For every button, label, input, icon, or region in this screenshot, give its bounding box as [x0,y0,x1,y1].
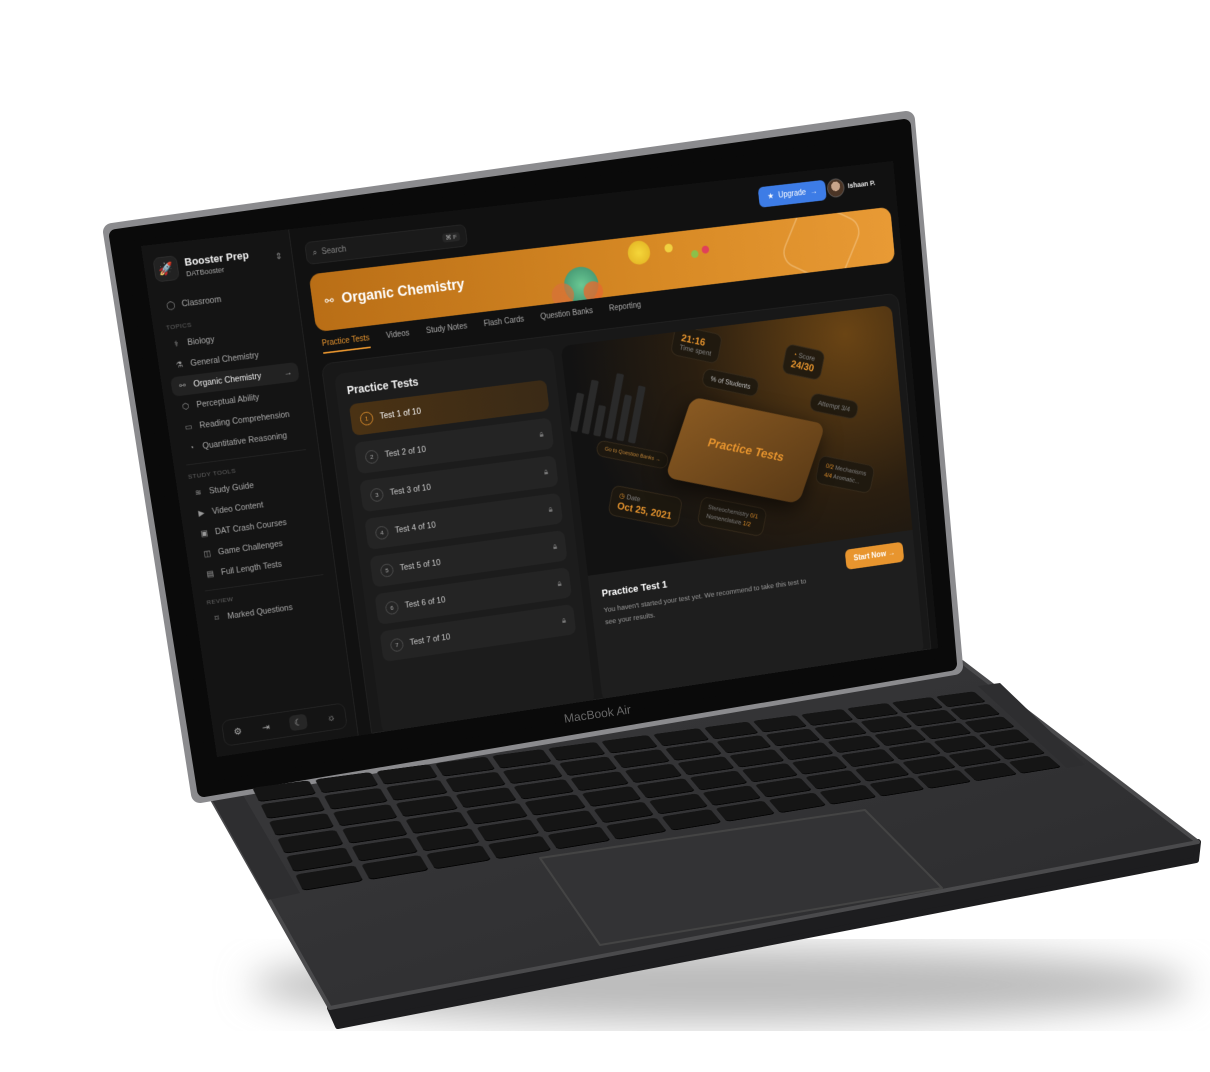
search-shortcut: ⌘ F [442,232,461,243]
lock-icon: 🔒︎ [553,542,558,551]
test-label: Test 7 of 10 [409,632,450,647]
test-number: 2 [364,449,379,464]
sidebar-item-label: Classroom [181,295,222,309]
test-number: 7 [390,637,404,652]
decor-bubble [701,245,709,254]
students-label: % of Students [710,375,751,391]
tab-question-banks[interactable]: Question Banks [540,307,594,327]
molecule-icon: ⚯ [324,294,335,309]
test-number: 5 [380,563,394,578]
date-value: Oct 25, 2021 [616,500,672,522]
test-number: 1 [359,411,374,426]
banner-title: Organic Chemistry [341,276,466,307]
lock-icon: 🔒︎ [561,616,566,625]
sidebar-item-label: Biology [187,335,215,348]
classroom-icon: ◯ [165,300,176,310]
lock-icon: 🔒︎ [557,579,562,588]
tab-practice-tests[interactable]: Practice Tests [321,334,370,354]
avatar[interactable] [826,178,845,199]
decor-bubble [691,250,699,259]
test-label: Test 5 of 10 [399,558,441,573]
test-tube-icon: ⚗ [174,360,185,370]
search-placeholder: Search [321,245,347,257]
test-label: Test 2 of 10 [384,445,426,460]
sidebar-item-label: Study Guide [208,481,254,496]
decor-bubble [627,240,652,266]
decor-hexagon [779,207,864,288]
topic-score: 4/4 [824,471,833,479]
cube-icon: ⬡ [180,402,191,412]
sun-icon[interactable]: ☼ [326,712,336,724]
test-number: 3 [370,487,385,502]
sidebar-footer: ⚙ ⇥ ☾ ☼ [221,702,348,746]
attempt-label: Attempt 3/4 [817,399,850,413]
test-number: 6 [385,600,399,615]
lock-icon: 🔒︎ [539,430,544,439]
test-label: Test 6 of 10 [404,595,446,610]
tab-flash-cards[interactable]: Flash Cards [483,315,525,334]
test-illustration: 21:16 Time spent ◔ Score 24/30 % of Studen… [561,305,913,576]
bar-graphic [570,366,647,444]
sidebar-item-label: Quantitative Reasoning [202,431,288,451]
start-now-button[interactable]: Start Now → [844,542,904,570]
topic-score: 0/2 [825,462,834,470]
sidebar-item-label: Game Challenges [217,539,283,557]
arrow-right-icon: → [283,367,292,378]
workspace-switcher[interactable]: 🚀 Booster Prep DATBooster ⇕ [152,243,284,282]
tab-videos[interactable]: Videos [386,329,411,346]
question-banks-link: Go to Question Banks → [604,446,661,462]
test-label: Test 4 of 10 [394,520,436,535]
dna-icon: ⚕ [171,339,182,349]
topic-score: 0/1 [750,512,759,520]
logout-icon[interactable]: ⇥ [261,721,270,733]
arrow-right-icon: → [810,187,818,196]
chevron-updown-icon: ⇕ [274,250,283,261]
molecule-icon: ⚯ [177,381,188,391]
upgrade-button[interactable]: ★ Upgrade → [758,180,827,208]
monitor-icon: ▣ [199,529,210,539]
gamepad-icon: ◫ [202,549,213,559]
sidebar-item-label: Video Content [211,500,264,516]
test-number: 4 [375,525,390,540]
file-icon: ▤ [205,569,216,579]
decor-bubble [664,243,673,253]
user-name[interactable]: Ishaan P. [847,179,875,190]
lock-icon: 🔒︎ [548,505,553,514]
practice-test-list: Practice Tests 1 Test 1 of 10 2 Test 2 of 1… [334,347,595,736]
pie-chart-icon: ◔ [186,443,197,453]
practice-test-card: 21:16 Time spent ◔ Score 24/30 % of Studen… [561,305,924,702]
moon-icon[interactable]: ☾ [289,714,308,732]
rocket-icon: 🚀 [152,255,179,282]
sidebar-item-label: Full Length Tests [220,560,282,578]
sidebar-item-label: General Chemistry [190,351,260,369]
lock-icon: 🔒︎ [544,468,549,477]
test-label: Test 3 of 10 [389,483,431,498]
stack-icon: ≋ [193,488,204,498]
sidebar-item-label: Organic Chemistry [193,371,262,389]
settings-icon[interactable]: ⚙ [233,726,243,738]
test-label: Test 1 of 10 [379,407,421,422]
topic-score: 1/2 [742,520,751,528]
upgrade-label: Upgrade [778,188,807,200]
star-icon: ★ [767,192,774,201]
sidebar-item-label: Marked Questions [227,603,293,621]
search-icon: ⌕ [312,248,318,257]
sidebar-item-label: Perceptual Ability [196,393,260,410]
bookmark-icon: ⌑ [212,613,222,623]
book-icon: ▭ [183,422,194,432]
hero-card: Practice Tests [665,397,826,504]
tab-study-notes[interactable]: Study Notes [426,322,469,341]
tab-reporting[interactable]: Reporting [609,301,642,319]
video-icon: ▶ [196,508,207,518]
